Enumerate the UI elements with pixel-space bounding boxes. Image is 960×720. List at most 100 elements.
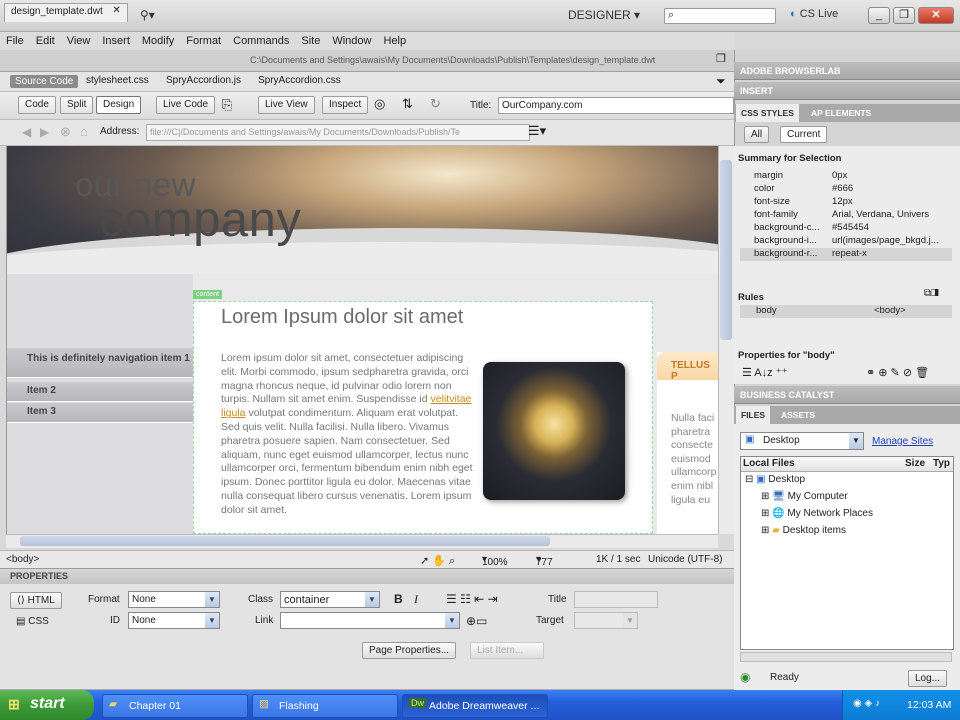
menu-format[interactable]: Format (180, 32, 227, 49)
nav-item-1[interactable]: This is definitely navigation item 1 (7, 348, 193, 378)
css-mode-button[interactable]: ▤ CSS (16, 616, 49, 627)
address-input[interactable]: file:///C|/Documents and Settings/awais/… (146, 124, 530, 141)
browser-preview-icon[interactable]: ◎ (374, 96, 385, 112)
css-property-row[interactable]: font-family Arial, Verdana, Univers (740, 209, 952, 222)
tree-item-desktop-items[interactable]: ⊞ ▰ Desktop items (761, 525, 846, 536)
design-view-button[interactable]: Design (96, 96, 142, 114)
local-files-column[interactable]: Local Files (743, 458, 795, 469)
content-region-tag[interactable]: content (193, 290, 222, 299)
vertical-scroll-thumb[interactable] (720, 160, 732, 340)
home-icon[interactable]: ⌂ (80, 124, 88, 139)
tab-assets[interactable]: ASSETS (776, 406, 820, 424)
code-view-button[interactable]: Code (18, 96, 56, 114)
menu-modify[interactable]: Modify (136, 32, 180, 49)
window-size[interactable]: 777 x 431 ▾ (536, 554, 553, 590)
current-mode-button[interactable]: Current (780, 126, 828, 143)
file-tree[interactable]: Local Files Size Typ ⊟ ▣ Desktop ⊞ 🖥 My … (740, 456, 954, 650)
sidebar-heading[interactable]: TELLUS P (657, 352, 718, 382)
menu-window[interactable]: Window (326, 32, 377, 49)
inspect-button[interactable]: Inspect (322, 96, 369, 114)
tree-item-desktop[interactable]: ⊟ ▣ Desktop (745, 474, 805, 485)
link-input[interactable]: ▼ (280, 612, 460, 629)
class-select[interactable]: container ▼ (280, 591, 380, 608)
close-button[interactable]: ✕ (918, 7, 954, 24)
lantern-photo[interactable] (483, 362, 625, 500)
browserlab-panel-header[interactable]: ADOBE BROWSERLAB (734, 62, 960, 80)
files-horizontal-scrollbar[interactable] (740, 652, 952, 662)
target-select[interactable]: ▼ (574, 612, 638, 629)
tab-css-styles[interactable]: CSS STYLES (736, 104, 799, 122)
menu-edit[interactable]: Edit (30, 32, 61, 49)
css-property-row[interactable]: margin 0px (740, 170, 952, 183)
menu-help[interactable]: Help (377, 32, 412, 49)
sidebar-text[interactable]: Nulla faci pharetra consecte euismod ull… (671, 412, 718, 507)
site-icon[interactable]: ⚲▾ (140, 8, 155, 24)
tray-icons[interactable]: ◉ ◈ ♪ (853, 698, 880, 709)
size-column[interactable]: Size (905, 458, 925, 469)
title-field-input[interactable] (574, 591, 658, 608)
horizontal-scroll-thumb[interactable] (20, 536, 550, 546)
list-icons[interactable]: ☰ ☷ ⇤ ⇥ (446, 592, 498, 606)
help-search-input[interactable]: ⌕ (664, 8, 776, 24)
bold-button[interactable]: B (394, 592, 403, 606)
tree-item-network[interactable]: ⊞ 🌐 My Network Places (761, 508, 873, 519)
menu-commands[interactable]: Commands (227, 32, 295, 49)
tab-files[interactable]: FILES (736, 406, 771, 424)
cs-live-button[interactable]: ◐ CS Live (790, 8, 838, 20)
stop-icon[interactable]: ⊗ (60, 124, 71, 140)
close-tab-icon[interactable]: ✕ (112, 5, 120, 16)
html-mode-button[interactable]: ⟨⟩ HTML (10, 592, 62, 609)
page-title-input[interactable]: OurCompany.com (498, 97, 734, 114)
css-property-row[interactable]: color #666 (740, 183, 952, 196)
taskbar-item-flashing[interactable]: ▨ Flashing (252, 694, 398, 718)
restore-doc-icon[interactable]: ❐ (716, 52, 726, 65)
minimize-button[interactable]: _ (868, 7, 890, 24)
file-management-icon[interactable]: ⇅ (402, 96, 413, 112)
point-to-file-icon[interactable]: ⊕▭ (466, 614, 487, 628)
css-view-icons[interactable]: ☰ A↓z ⁺⁺ (742, 366, 787, 379)
design-view-canvas[interactable]: our new company This is definitely navig… (6, 146, 718, 534)
css-action-icons[interactable]: ⚭ ⊕ ✎ ⊘ 🗑 (866, 366, 929, 379)
tab-ap-elements[interactable]: AP ELEMENTS (806, 104, 876, 122)
page-heading[interactable]: Lorem Ipsum dolor sit amet (221, 306, 463, 329)
taskbar-item-chapter-01[interactable]: ▰ Chapter 01 (102, 694, 248, 718)
menu-view[interactable]: View (61, 32, 97, 49)
restore-button[interactable]: ❐ (893, 7, 915, 24)
id-select[interactable]: None ▼ (128, 612, 220, 629)
menu-site[interactable]: Site (295, 32, 326, 49)
related-stylesheet[interactable]: stylesheet.css (86, 75, 149, 86)
nav-item-2[interactable]: Item 2 (7, 382, 193, 402)
properties-panel-header[interactable]: PROPERTIES (0, 568, 734, 584)
refresh-icon[interactable]: ↻ (430, 96, 441, 112)
start-button[interactable]: ⊞ start (0, 690, 94, 720)
filter-icon[interactable]: ⏷ (716, 74, 726, 89)
back-icon[interactable]: ◀ (22, 125, 31, 139)
tag-selector[interactable]: <body> (6, 554, 39, 565)
view-options-icon[interactable]: ☰▾ (528, 123, 546, 139)
rule-row[interactable]: body <body> (740, 305, 952, 318)
css-property-row-selected[interactable]: background-r... repeat-x (740, 248, 952, 261)
forward-icon[interactable]: ▶ (40, 125, 49, 139)
format-select[interactable]: None ▼ (128, 591, 220, 608)
related-spry-js[interactable]: SpryAccordion.js (166, 75, 241, 86)
taskbar-item-dreamweaver[interactable]: Dw Adobe Dreamweaver ... (402, 694, 548, 718)
all-mode-button[interactable]: All (744, 126, 770, 143)
select-tool-icon[interactable]: ➚ ✋ ⌕ (420, 554, 455, 568)
zoom-select[interactable]: 100% ▾ (482, 554, 508, 568)
document-tab[interactable]: design_template.dwt ✕ (4, 3, 128, 22)
live-code-button[interactable]: Live Code (156, 96, 216, 114)
menu-file[interactable]: File (0, 32, 30, 49)
related-spry-css[interactable]: SpryAccordion.css (258, 75, 341, 86)
manage-sites-link[interactable]: Manage Sites (872, 436, 933, 447)
insert-panel-header[interactable]: INSERT (734, 82, 960, 100)
type-column[interactable]: Typ (933, 458, 950, 469)
business-catalyst-header[interactable]: BUSINESS CATALYST (734, 386, 960, 404)
inspect-element-icon[interactable]: ⎘ (222, 97, 232, 113)
css-property-row[interactable]: font-size 12px (740, 196, 952, 209)
live-view-button[interactable]: Live View (258, 96, 315, 114)
split-view-button[interactable]: Split (60, 96, 94, 114)
log-button[interactable]: Log... (908, 670, 948, 687)
italic-button[interactable]: I (414, 592, 418, 607)
body-paragraph[interactable]: Lorem ipsum dolor sit amet, consectetuer… (221, 352, 473, 518)
page-properties-button[interactable]: Page Properties... (362, 642, 457, 659)
